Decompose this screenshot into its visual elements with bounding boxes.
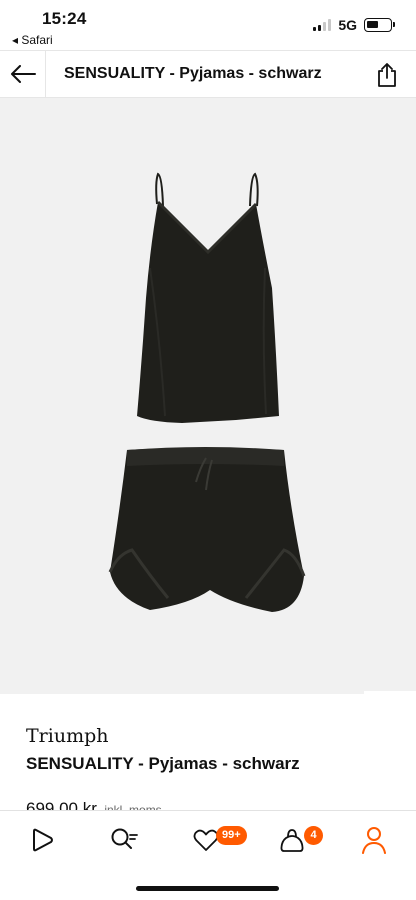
battery-icon [364, 18, 395, 32]
home-indicator [136, 886, 279, 891]
nav-home-button[interactable] [24, 825, 60, 855]
nav-search-button[interactable] [106, 825, 142, 855]
share-icon [378, 63, 396, 87]
signal-icon [313, 19, 332, 31]
status-time: 15:24 [42, 9, 87, 28]
back-to-safari-link[interactable]: ◂ Safari [12, 33, 53, 47]
arrow-left-icon [10, 65, 36, 83]
network-type: 5G [338, 17, 357, 33]
back-button[interactable] [0, 51, 46, 97]
nav-profile-button[interactable] [356, 825, 392, 855]
status-bar: 15:24 ◂ Safari 5G [0, 0, 416, 50]
home-icon [33, 828, 53, 852]
bag-count-badge: 4 [304, 826, 323, 845]
share-button[interactable] [374, 61, 400, 89]
profile-icon [362, 827, 386, 854]
product-brand[interactable]: Triumph [26, 725, 109, 747]
wishlist-count-badge: 99+ [216, 826, 247, 845]
product-image-gallery[interactable] [0, 98, 416, 694]
add-to-wishlist-button[interactable] [364, 691, 416, 694]
app-header: SENSUALITY - Pyjamas - schwarz [0, 50, 416, 98]
heart-icon [193, 829, 219, 851]
page-title: SENSUALITY - Pyjamas - schwarz [64, 65, 322, 82]
search-icon [111, 828, 138, 849]
status-indicators: 5G [313, 16, 395, 34]
product-name: SENSUALITY - Pyjamas - schwarz [26, 754, 300, 773]
pyjama-image [108, 172, 306, 612]
shopping-bag-icon [280, 829, 304, 852]
